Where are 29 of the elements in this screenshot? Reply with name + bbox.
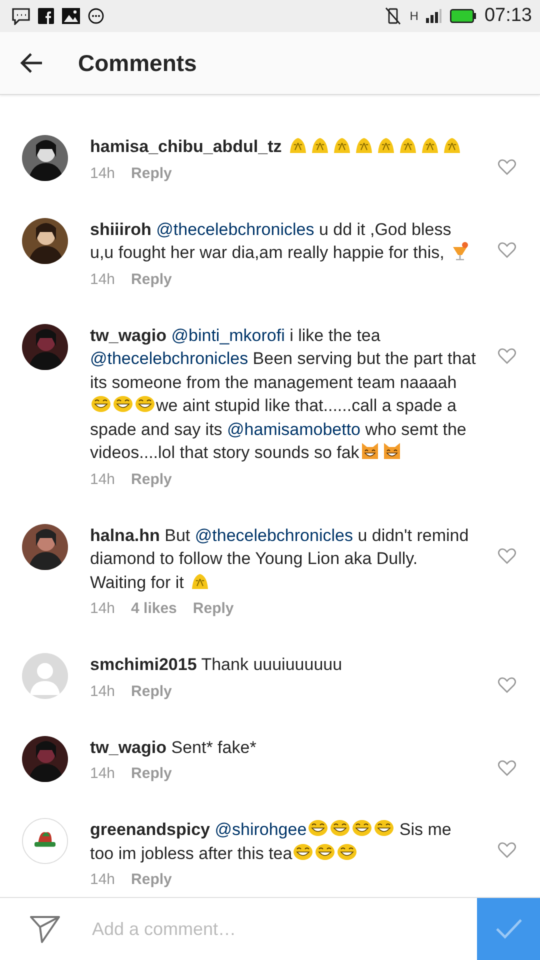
comment-text: smchimi2015 Thank uuuiuuuuuu: [90, 654, 344, 676]
comment-time: 14h: [90, 470, 116, 488]
mention-link[interactable]: @binti_mkorofi: [171, 326, 285, 344]
comment-time: 14h: [90, 765, 116, 782]
comment-text: greenandspicy @shirohgee Sis me too im jobless after this tea: [90, 818, 452, 864]
comment-text: halna.hn But @thecelebchronicles u didn't remind diamond to follow the Young Lion aka Dully. Waiting for it: [90, 524, 470, 594]
mention-link[interactable]: @thecelebchronicles: [90, 349, 248, 368]
comment-text: shiiiroh @thecelebchronicles u dd it ,God bless u,u fought her war dia,am really happie for this,: [90, 218, 476, 264]
comment-time: 14h: [90, 871, 116, 888]
username-link[interactable]: tw_wagio: [90, 738, 167, 756]
comment-text: tw_wagio Sent* fake*: [90, 736, 258, 759]
username-link[interactable]: shiiiroh: [90, 220, 152, 238]
comment-time: 14h: [90, 600, 116, 617]
comment-time: 14h: [90, 682, 116, 700]
mention-link[interactable]: @thecelebchronicles: [194, 526, 353, 544]
username-link[interactable]: greenandspicy: [90, 820, 210, 839]
comment-text: tw_wagio @binti_mkorofi i like the tea @thecelebchronicles Been serving but the part that its someone from the management team naaaah we aint stupid like that......call a spade a spade and say its @hamisamobetto who semt the videos....lol that story sounds so fak: [90, 324, 476, 464]
username-link[interactable]: smchimi2015: [90, 655, 197, 674]
mention-link[interactable]: @hamisamobetto: [227, 420, 361, 438]
username-link[interactable]: hamisa_chibu_abdul_tz: [90, 137, 282, 156]
page-title: Comments: [78, 50, 197, 76]
mention-link[interactable]: @thecelebchronicles: [156, 220, 314, 238]
mention-link[interactable]: @shirohgee: [214, 820, 307, 839]
comment-time: 14h: [90, 164, 116, 182]
network-type: H: [410, 9, 418, 23]
username-link[interactable]: halna.hn: [90, 526, 160, 544]
username-link[interactable]: tw_wagio: [90, 326, 167, 344]
status-time: 07:13: [484, 5, 532, 27]
comment-time: 14h: [90, 270, 116, 288]
